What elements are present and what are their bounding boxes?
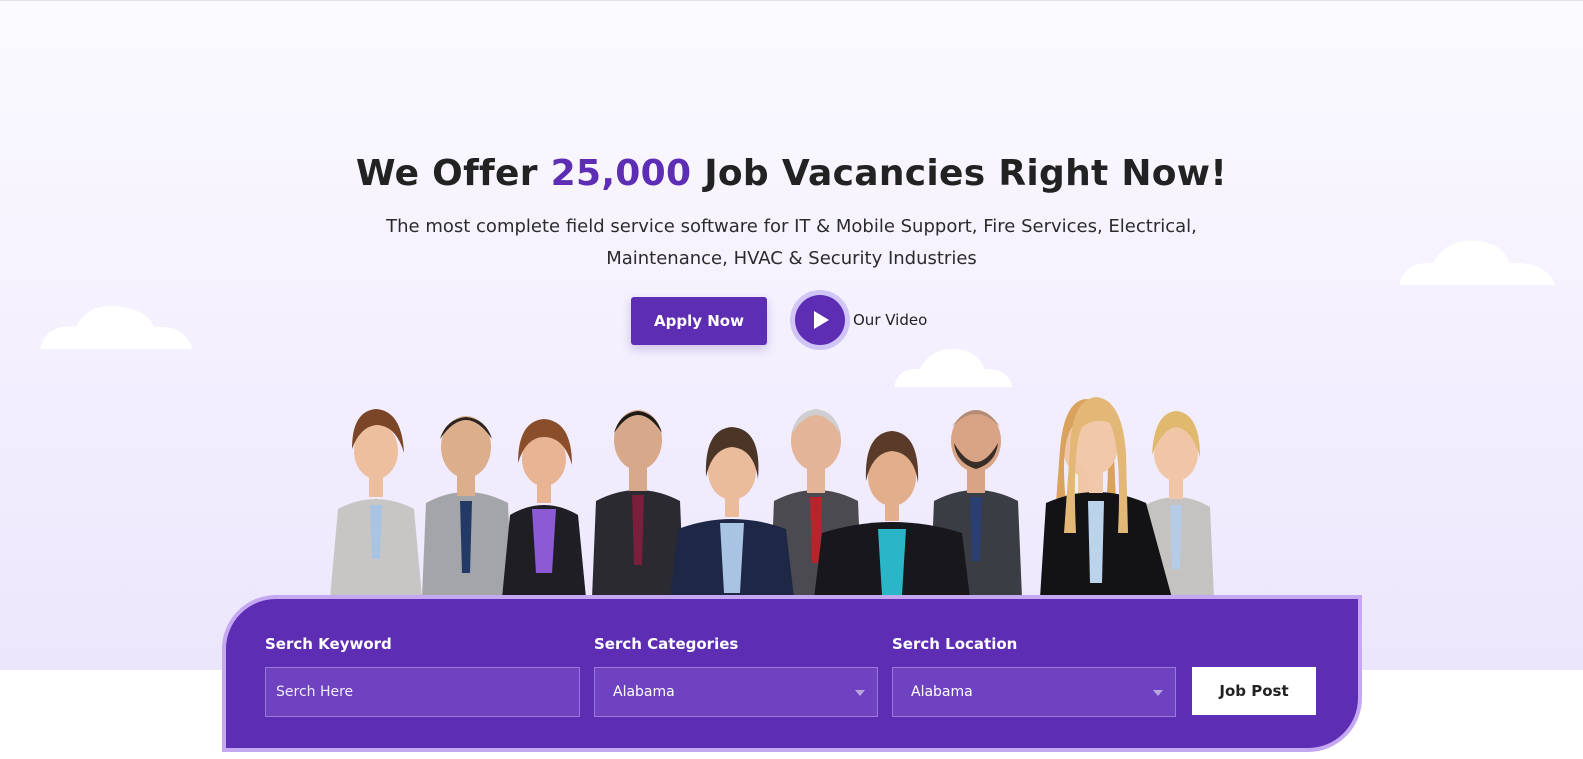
category-select-value: Alabama bbox=[613, 684, 675, 700]
play-video-button[interactable] bbox=[795, 295, 845, 345]
team-photo bbox=[326, 383, 1256, 598]
category-label: Serch Categories bbox=[594, 635, 739, 653]
location-select-value: Alabama bbox=[911, 684, 973, 700]
subtitle-line-2: Maintenance, HVAC & Security Industries bbox=[606, 248, 977, 269]
keyword-search-input[interactable] bbox=[265, 667, 580, 717]
cloud-icon bbox=[1397, 235, 1557, 287]
headline-prefix: We Offer bbox=[355, 153, 538, 194]
hero-section: We Offer 25,000 Job Vacancies Right Now!… bbox=[0, 0, 1583, 670]
vacancy-count: 25,000 bbox=[550, 153, 692, 194]
subtitle-line-1: The most complete field service software… bbox=[386, 216, 1197, 237]
headline-suffix: Job Vacancies Right Now! bbox=[704, 153, 1228, 194]
hero-headline: We Offer 25,000 Job Vacancies Right Now! bbox=[0, 153, 1583, 194]
location-select[interactable]: Alabama bbox=[892, 667, 1176, 717]
play-icon bbox=[814, 311, 829, 329]
chevron-down-icon bbox=[1153, 690, 1163, 696]
hero-subtitle: The most complete field service software… bbox=[380, 211, 1203, 275]
chevron-down-icon bbox=[855, 690, 865, 696]
keyword-label: Serch Keyword bbox=[265, 635, 392, 653]
location-label: Serch Location bbox=[892, 635, 1018, 653]
apply-now-button[interactable]: Apply Now bbox=[631, 297, 767, 345]
our-video-link[interactable]: Our Video bbox=[853, 311, 927, 329]
job-post-button[interactable]: Job Post bbox=[1192, 667, 1316, 715]
cloud-icon bbox=[36, 301, 194, 351]
category-select[interactable]: Alabama bbox=[594, 667, 878, 717]
job-search-panel: Serch Keyword Serch Categories Alabama S… bbox=[222, 595, 1362, 752]
